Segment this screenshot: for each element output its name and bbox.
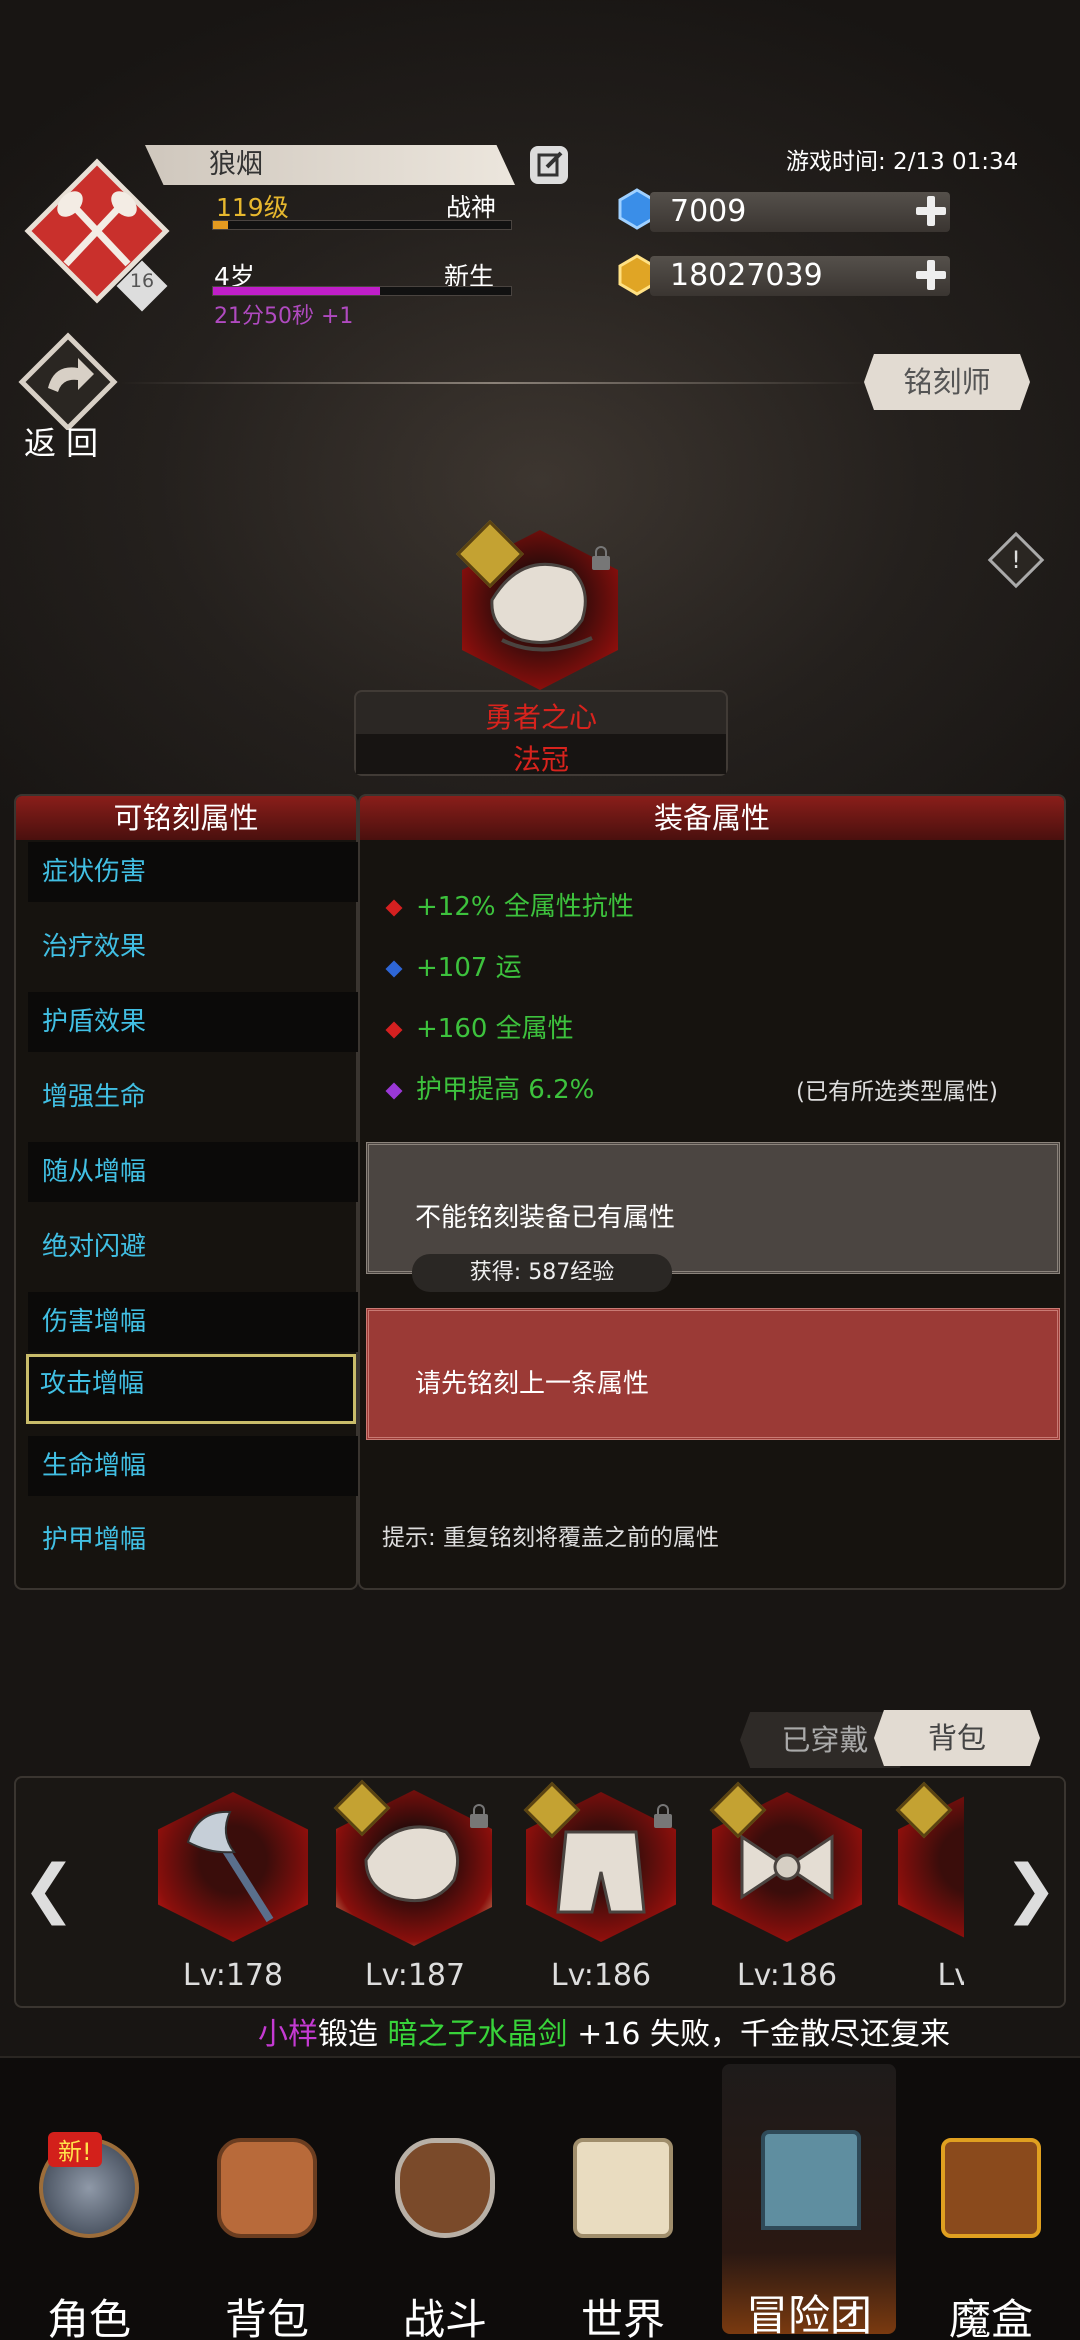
battle-axe-icon [186, 1810, 274, 1923]
item-type: 法冠 [512, 743, 569, 776]
nav-backpack[interactable]: 背包 [178, 2060, 356, 2340]
hint-text: 提示: 重复铭刻将覆盖之前的属性 [382, 1525, 720, 1551]
lock-icon [654, 1804, 672, 1828]
castle-icon [761, 2130, 861, 2230]
attr-line: +12% 全属性抗性 [385, 886, 634, 923]
level-bar [212, 220, 512, 230]
attr-note: (已有所选类型属性) [796, 1079, 998, 1105]
age-timer: 21分50秒 +1 [214, 304, 354, 329]
ticker-verb: 锻造 [318, 2017, 378, 2052]
back-arrow-icon [18, 332, 118, 432]
player-level: 119级 [216, 193, 289, 222]
attr-line: +107 运 [385, 947, 522, 984]
lock-icon [470, 1804, 488, 1828]
tab-bag[interactable]: 背包 [874, 1710, 1040, 1766]
nav-label: 角色 [46, 2295, 131, 2340]
equip-level: Lv:187 [364, 1958, 466, 1993]
attr-option[interactable]: 伤害增幅 [28, 1292, 362, 1352]
item-name: 勇者之心 [484, 701, 597, 734]
age-bar [212, 286, 512, 296]
lock-icon [592, 546, 610, 570]
equipment-carousel: ❮ Lv:178 Lv:187 Lv:186 Lv:186 Lv: ❯ [14, 1776, 1066, 2008]
gold-count: 18027039 [650, 256, 950, 296]
broadcast-ticker: 小样锻造 暗之子水晶剑 +16 失败，千金散尽还复来 [0, 2014, 1080, 2056]
attr-line: 护甲提高 6.2% [385, 1069, 594, 1106]
back-label: 返 回 [24, 424, 99, 462]
attr-option-selected[interactable]: 攻击增幅 [26, 1354, 356, 1424]
nav-magic-box[interactable]: 魔盒 [902, 2060, 1080, 2340]
back-button[interactable]: 返 回 [14, 330, 124, 462]
nav-label: 背包 [224, 2295, 309, 2340]
attr-option[interactable]: 绝对闪避 [28, 1217, 362, 1277]
attr-option[interactable]: 生命增幅 [28, 1436, 362, 1496]
nav-label: 魔盒 [948, 2295, 1033, 2340]
nav-world[interactable]: 世界 [534, 2060, 712, 2340]
inscribable-panel: 可铭刻属性 症状伤害 治疗效果 护盾效果 增强生命 随从增幅 绝对闪避 伤害增幅… [14, 794, 362, 1590]
player-title: 战神 [446, 193, 497, 222]
item-name-box: 勇者之心 法冠 [354, 690, 728, 776]
inscribe-prev-first-box: 请先铭刻上一条属性 [366, 1308, 1060, 1440]
carousel-right-arrow[interactable]: ❯ [1004, 1854, 1058, 1924]
add-gems-button[interactable] [914, 194, 948, 228]
sword-shield-icon [395, 2138, 495, 2238]
attr-line: +160 全属性 [385, 1008, 574, 1045]
equipment-attr-title: 装备属性 [360, 796, 1064, 840]
attr-option[interactable]: 治疗效果 [28, 917, 362, 977]
equip-level: Lv:186 [550, 1958, 652, 1993]
inscribable-title: 可铭刻属性 [16, 796, 356, 840]
attr-option[interactable]: 症状伤害 [28, 842, 362, 902]
magic-cube-icon [941, 2138, 1041, 2238]
attr-option[interactable]: 随从增幅 [28, 1142, 362, 1202]
nav-label: 冒险团 [745, 2291, 872, 2340]
ticker-rest: +16 失败，千金散尽还复来 [577, 2017, 950, 2052]
equip-level: Lv:186 [736, 1958, 838, 1993]
nav-character[interactable]: 新! 角色 [0, 2060, 178, 2340]
equipment-attr-panel: 装备属性 +12% 全属性抗性 +107 运 +160 全属性 护甲提高 6.2… [358, 794, 1066, 1590]
nav-label: 世界 [580, 2295, 665, 2340]
exp-gain: 获得: 587经验 [412, 1254, 672, 1292]
nav-battle[interactable]: 战斗 [356, 2060, 534, 2340]
new-badge: 新! [48, 2132, 102, 2167]
attr-option[interactable]: 护甲增幅 [28, 1510, 362, 1570]
backpack-icon [217, 2138, 317, 2238]
game-time: 游戏时间: 2/13 01:34 [786, 149, 1019, 175]
nav-label: 战斗 [402, 2295, 487, 2340]
player-name: 狼烟 [145, 145, 515, 185]
equip-slot-axe[interactable] [158, 1792, 308, 1942]
rank-number: 16 [129, 270, 155, 292]
info-icon[interactable]: ! [987, 531, 1045, 589]
npc-tab-inscriber[interactable]: 铭刻师 [864, 354, 1030, 410]
attr-option[interactable]: 护盾效果 [28, 992, 362, 1052]
attr-option[interactable]: 增强生命 [28, 1067, 362, 1127]
ticker-user: 小样 [258, 2017, 318, 2052]
nav-adventure-team[interactable]: 冒险团 [722, 2064, 896, 2340]
gem-count: 7009 [650, 192, 950, 232]
add-gold-button[interactable] [914, 258, 948, 292]
scroll-map-icon [573, 2138, 673, 2238]
carousel-left-arrow[interactable]: ❮ [22, 1854, 76, 1924]
ticker-item: 暗之子水晶剑 [387, 2017, 568, 2052]
equip-level: Lv:178 [182, 1958, 284, 1993]
edit-name-icon[interactable] [530, 146, 568, 184]
divider-line [120, 382, 870, 384]
